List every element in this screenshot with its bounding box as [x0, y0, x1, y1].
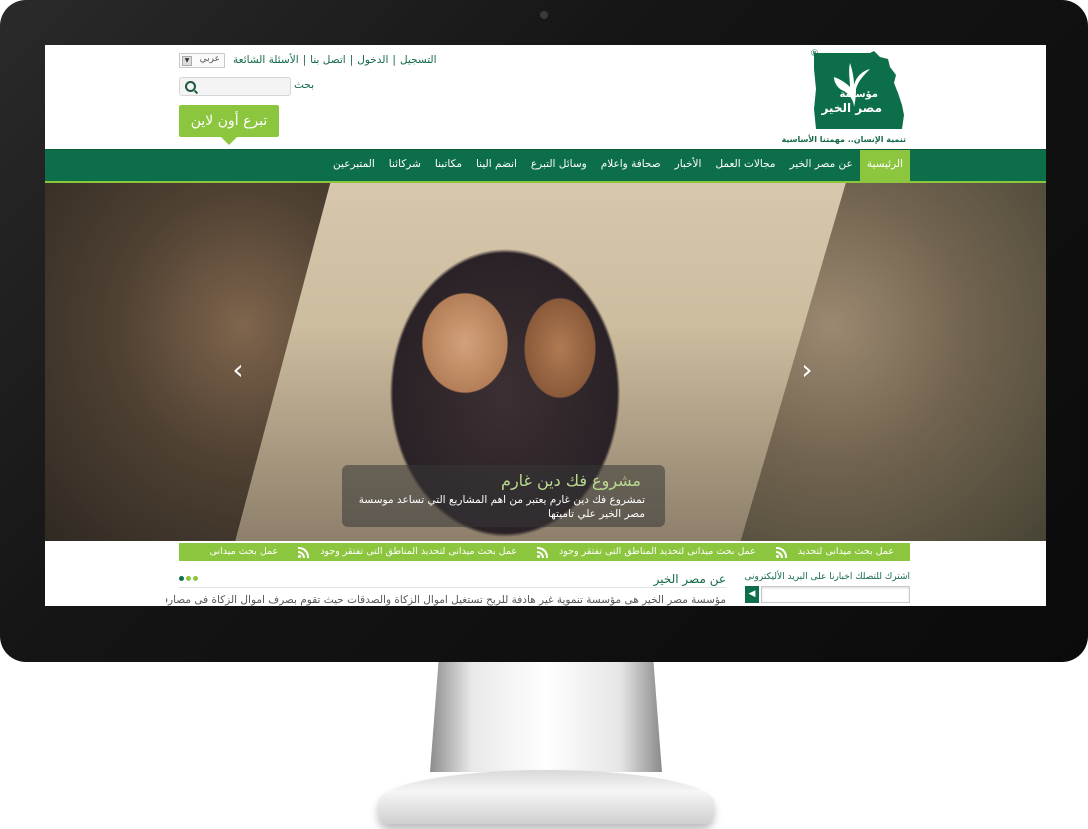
chevron-down-icon: ▼ [182, 56, 192, 66]
search-label: بحث [294, 79, 315, 91]
ticker-item-text: عمل بحث ميدانى [209, 546, 279, 557]
link-separator: | [349, 54, 354, 66]
slide-caption: مشروع فك دين غارم تمشروع فك دين غارم يعت… [342, 465, 665, 527]
ticker-item[interactable]: عمل بحث ميدانى لتحديد [770, 543, 894, 561]
nav-item-join[interactable]: انضم الينا [469, 150, 524, 181]
nav-item-fields[interactable]: مجالات العمل [708, 150, 782, 181]
nav-item-home[interactable]: الرئيسية [859, 150, 910, 181]
search-input[interactable] [179, 77, 291, 96]
donate-online-button[interactable]: تبرع أون لاين [179, 105, 279, 145]
ticker-item[interactable]: عمل بحث ميدانى [210, 543, 279, 561]
monitor-stand-neck [430, 652, 662, 772]
about-text: مؤسسة مصر الخير هى مؤسسة تنموية غير هادف… [166, 594, 726, 606]
ticker-item-text: عمل بحث ميدانى لتحديد [797, 546, 894, 557]
link-separator: | [302, 54, 307, 66]
logo-word-primary: مؤسسة [839, 89, 878, 100]
chevron-right-icon[interactable]: › [797, 356, 817, 384]
newsletter-email-input[interactable] [761, 586, 910, 603]
nav-item-partners[interactable]: شركائنا [382, 150, 428, 181]
slide-caption-title[interactable]: مشروع فك دين غارم [501, 471, 641, 490]
link-separator: | [392, 54, 396, 66]
arrow-left-icon: ◀ [748, 589, 756, 599]
rss-icon [775, 546, 788, 558]
camera-icon [540, 11, 548, 19]
faq-link[interactable]: الأسئلة الشائعة [233, 54, 299, 66]
main-nav: الرئيسية عن مصر الخير مجالات العمل الأخب… [45, 149, 1046, 184]
login-link[interactable]: الدخول [357, 54, 388, 66]
slide-caption-text: تمشروع فك دين غارم يعتبر من اهم المشاريع… [358, 494, 645, 520]
ticker-item[interactable]: عمل بحث ميدانى لتحديد المناطق التى تفتقر… [531, 543, 756, 561]
nav-item-news[interactable]: الأخبار [668, 150, 709, 181]
language-select[interactable]: ▼ عربي [179, 53, 225, 68]
newsletter-submit-button[interactable]: ◀ [745, 586, 759, 603]
contact-link[interactable]: اتصل بنا [310, 54, 346, 66]
carousel-dot[interactable] [179, 576, 184, 581]
ticker-items: عمل بحث ميدانى لتحديد عمل بحث ميدانى لتح… [196, 543, 894, 561]
about-title: عن مصر الخير [653, 572, 726, 586]
hero-slider: ‹ › مشروع فك دين غارم تمشروع فك دين غارم… [45, 183, 1046, 541]
nav-item-offices[interactable]: مكاتبنا [428, 150, 469, 181]
logo-word-secondary: مصر الخير [821, 101, 882, 115]
nav-item-donors[interactable]: المتبرعين [326, 150, 382, 181]
rss-icon [537, 546, 549, 558]
newsletter-label: اشترك للتصلك اخبارنا على البريد الأليكتر… [744, 572, 910, 582]
divider [179, 587, 726, 588]
language-value: عربي [199, 54, 220, 64]
chevron-left-icon[interactable]: ‹ [228, 356, 248, 384]
monitor-stand-base [378, 770, 714, 824]
nav-item-donation-methods[interactable]: وسائل التبرع [524, 150, 594, 181]
carousel-dot[interactable] [193, 576, 198, 581]
rss-icon [298, 546, 310, 558]
carousel-dot[interactable] [186, 576, 191, 581]
register-link[interactable]: التسجيل [400, 54, 437, 66]
ticker-item-text: عمل بحث ميدانى لتحديد المناطق التى تفتقر… [320, 546, 517, 557]
nav-item-about[interactable]: عن مصر الخير [783, 150, 860, 181]
carousel-dots [179, 576, 200, 581]
logo-tagline: تنمية الإنسان.. مهمتنا الأساسية [781, 135, 906, 144]
ticker-item-text: عمل بحث ميدانى لتحديد المناطق التى تفتقر… [559, 546, 756, 557]
news-ticker: عمل بحث ميدانى لتحديد عمل بحث ميدانى لتح… [179, 543, 910, 561]
logo[interactable]: ® مؤسسة مصر الخير تنمية الإنسان.. مهمتنا… [781, 49, 906, 144]
nav-items: الرئيسية عن مصر الخير مجالات العمل الأخب… [326, 150, 910, 181]
top-links: التسجيل|الدخول|اتصل بنا|الأسئلة الشائعة [233, 54, 437, 66]
website-screen: ® مؤسسة مصر الخير تنمية الإنسان.. مهمتنا… [45, 45, 1046, 606]
registered-mark: ® [810, 49, 819, 59]
search-icon[interactable] [185, 81, 196, 92]
nav-item-press[interactable]: صحافة واعلام [594, 150, 668, 181]
ticker-item[interactable]: عمل بحث ميدانى لتحديد المناطق التى تفتقر… [292, 543, 517, 561]
